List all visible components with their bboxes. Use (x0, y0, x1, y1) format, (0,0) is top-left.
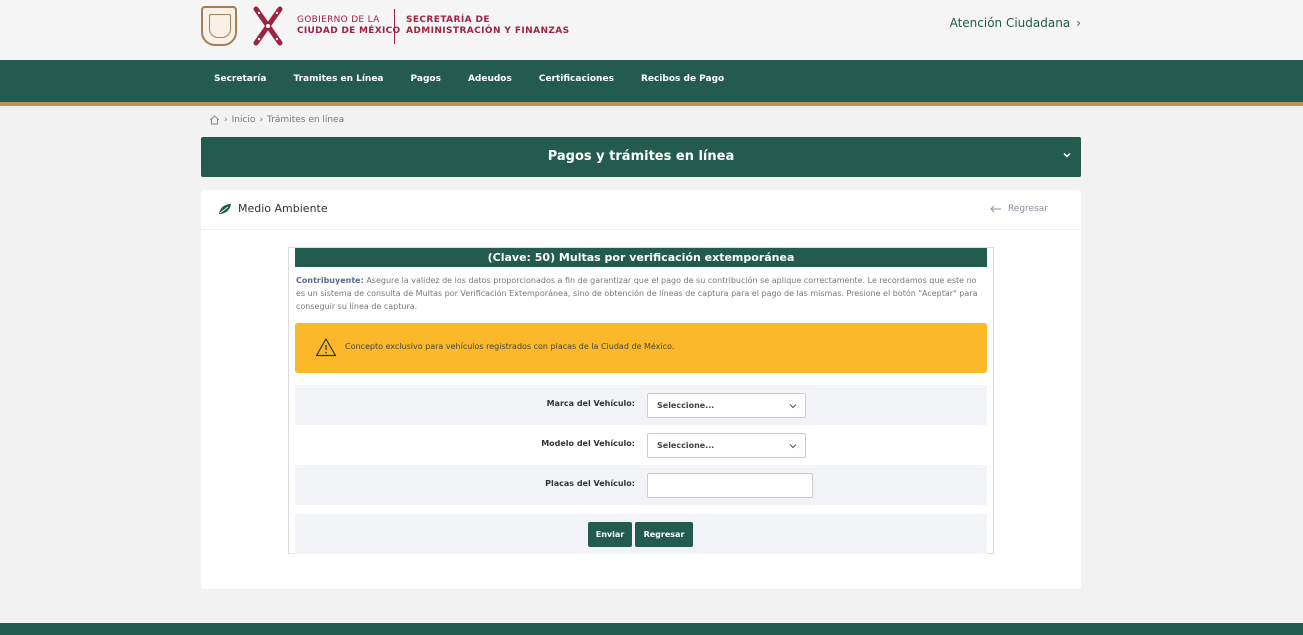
warning-alert: Concepto exclusivo para vehículos regist… (295, 323, 987, 373)
marca-select[interactable]: Seleccione... (647, 393, 806, 418)
arrow-left-icon (990, 205, 1001, 213)
button-row: Enviar Regresar (295, 514, 987, 554)
header-divider (394, 9, 395, 44)
regresar-link[interactable]: Regresar (990, 204, 1048, 214)
main-navbar: Secretaría Tramites en Línea Pagos Adeud… (0, 60, 1303, 102)
alert-message: Concepto exclusivo para vehículos regist… (345, 342, 675, 351)
cdmx-shield-logo (201, 6, 237, 46)
enviar-button[interactable]: Enviar (588, 522, 632, 547)
breadcrumb: › Inicio › Trámites en línea (209, 115, 344, 125)
modelo-label: Modelo del Vehículo: (541, 439, 635, 448)
gov-line-1: GOBIERNO DE LA (297, 15, 380, 25)
regresar-link-label: Regresar (1007, 204, 1048, 214)
modelo-row: Modelo del Vehículo: Seleccione... (295, 425, 987, 465)
footer-bar (0, 623, 1303, 635)
nav-item-tramites[interactable]: Tramites en Línea (293, 74, 383, 84)
chevron-down-icon (789, 444, 797, 449)
placas-row: Placas del Vehículo: (295, 465, 987, 505)
nav-item-secretaria[interactable]: Secretaría (214, 74, 266, 84)
marca-select-value: Seleccione... (657, 401, 715, 410)
nav-gold-stripe (0, 102, 1303, 106)
sec-line-1: SECRETARÍA DE (406, 15, 490, 25)
chevron-down-icon (789, 404, 797, 409)
placas-input[interactable] (647, 473, 813, 498)
breadcrumb-current: Trámites en línea (267, 115, 345, 125)
gobierno-cdmx-text: GOBIERNO DE LA CIUDAD DE MÉXICO (297, 15, 401, 37)
nav-item-adeudos[interactable]: Adeudos (468, 74, 512, 84)
placas-label: Placas del Vehículo: (545, 479, 635, 488)
breadcrumb-inicio[interactable]: Inicio (232, 115, 256, 125)
top-header: GOBIERNO DE LA CIUDAD DE MÉXICO SECRETAR… (0, 0, 1303, 60)
regresar-button[interactable]: Regresar (635, 522, 693, 547)
cdmx-emblem-logo (253, 6, 283, 46)
pagos-tramites-accordion[interactable]: Pagos y trámites en línea (201, 137, 1081, 177)
gov-line-2: CIUDAD DE MÉXICO (297, 26, 401, 36)
form-title: (Clave: 50) Multas por verificación exte… (295, 248, 987, 267)
home-icon[interactable] (209, 115, 220, 125)
leaf-icon (219, 204, 231, 214)
atencion-label: Atención Ciudadana (949, 16, 1071, 30)
info-body: Asegure la validez de los datos proporci… (296, 276, 978, 311)
accordion-title: Pagos y trámites en línea (547, 149, 735, 164)
modelo-select[interactable]: Seleccione... (647, 433, 806, 458)
sec-line-2: ADMINISTRACIÓN Y FINANZAS (406, 26, 570, 36)
marca-row: Marca del Vehículo: Seleccione... (295, 385, 987, 425)
card-title: Medio Ambiente (238, 202, 328, 215)
contribuyente-info: Contribuyente: Asegure la validez de los… (296, 274, 988, 313)
secretaria-text: SECRETARÍA DE ADMINISTRACIÓN Y FINANZAS (406, 15, 570, 37)
content-card: Medio Ambiente Regresar (Clave: 50) Mult… (201, 190, 1081, 589)
modelo-select-value: Seleccione... (657, 441, 715, 450)
nav-item-recibos[interactable]: Recibos de Pago (641, 74, 724, 84)
info-bold-label: Contribuyente: (296, 276, 364, 285)
nav-item-certificaciones[interactable]: Certificaciones (539, 74, 614, 84)
card-header: Medio Ambiente Regresar (201, 190, 1081, 230)
marca-label: Marca del Vehículo: (546, 399, 635, 408)
nav-item-pagos[interactable]: Pagos (411, 74, 441, 84)
chevron-down-icon (1063, 152, 1071, 158)
chevron-right-icon: › (1076, 16, 1081, 30)
multas-form: (Clave: 50) Multas por verificación exte… (288, 247, 994, 554)
warning-icon (315, 338, 337, 357)
atencion-ciudadana-link[interactable]: Atención Ciudadana › (950, 16, 1081, 30)
